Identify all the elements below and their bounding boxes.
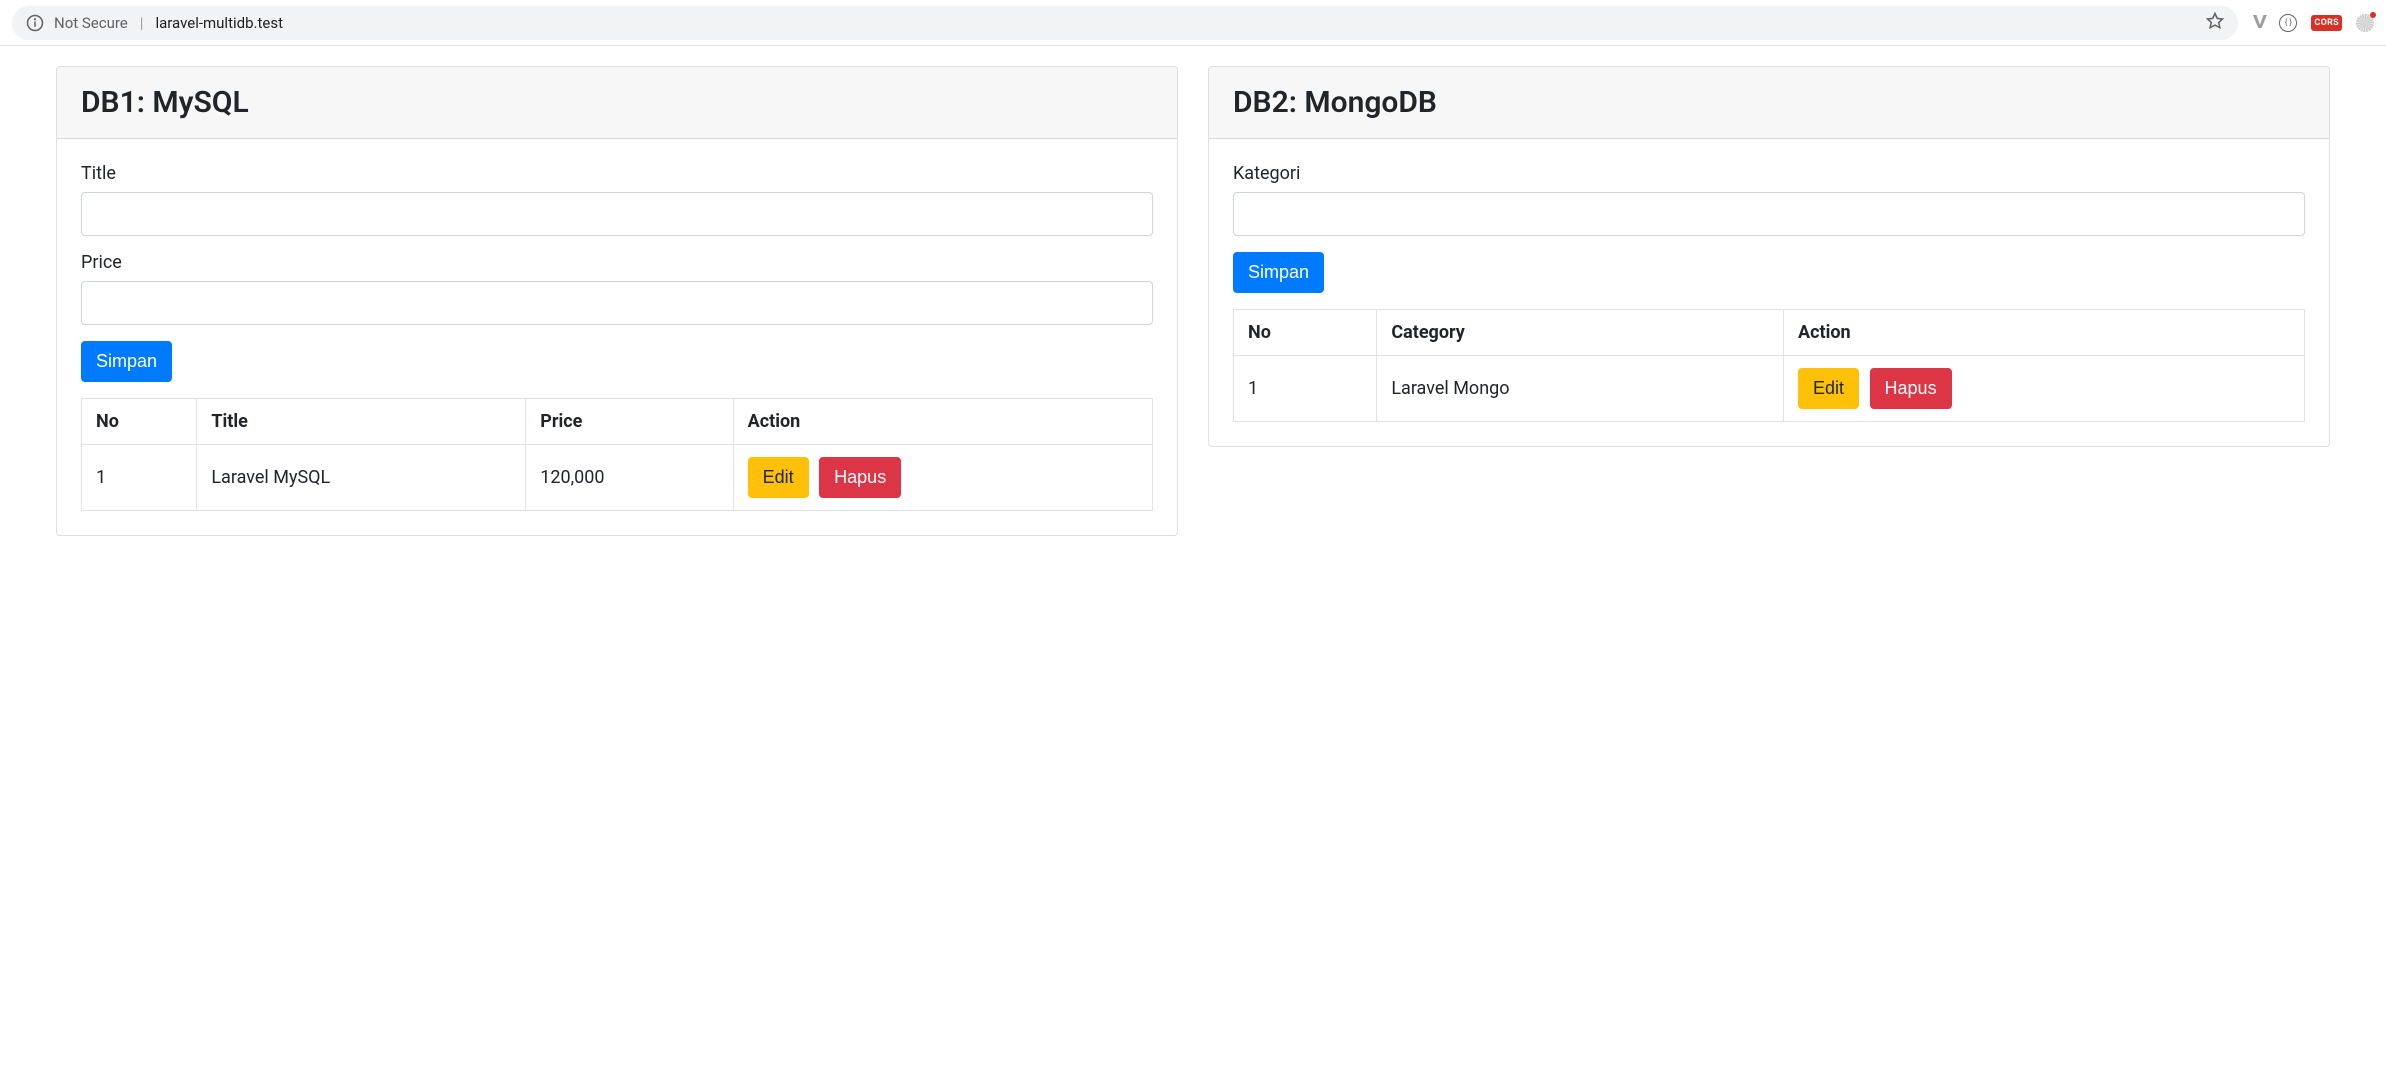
mysql-table: No Title Price Action 1 Laravel MySQL 12… (81, 398, 1153, 511)
mongodb-category-input[interactable] (1233, 192, 2305, 236)
cors-extension-icon[interactable]: CORS (2311, 15, 2342, 31)
extension-circle-icon[interactable]: { } (2279, 14, 2297, 32)
browser-address-bar: Not Secure | laravel-multidb.test V { } … (0, 0, 2386, 46)
mysql-card: DB1: MySQL Title Price Simpan N (56, 66, 1178, 536)
extension-icons: V { } CORS (2248, 12, 2374, 33)
security-status-label: Not Secure (54, 14, 128, 32)
mongodb-edit-button[interactable]: Edit (1798, 368, 1859, 409)
mongodb-cell-no: 1 (1234, 356, 1377, 422)
mysql-cell-action: Edit Hapus (733, 445, 1152, 511)
mysql-title-input[interactable] (81, 192, 1153, 236)
mysql-title-label: Title (81, 163, 1153, 184)
mysql-th-price: Price (526, 399, 733, 445)
mysql-cell-no: 1 (82, 445, 197, 511)
info-icon[interactable] (26, 14, 44, 32)
mysql-delete-button[interactable]: Hapus (819, 457, 901, 498)
mysql-th-action: Action (733, 399, 1152, 445)
mongodb-cell-action: Edit Hapus (1784, 356, 2305, 422)
mysql-th-no: No (82, 399, 197, 445)
mysql-cell-title: Laravel MySQL (197, 445, 526, 511)
globe-extension-icon[interactable] (2356, 14, 2374, 32)
mysql-price-label: Price (81, 252, 1153, 273)
mysql-price-input[interactable] (81, 281, 1153, 325)
mongodb-card: DB2: MongoDB Kategori Simpan No Category… (1208, 66, 2330, 447)
mysql-edit-button[interactable]: Edit (748, 457, 809, 498)
page-content: DB1: MySQL Title Price Simpan N (0, 46, 2386, 556)
url-text: laravel-multidb.test (155, 14, 283, 32)
mysql-cell-price: 120,000 (526, 445, 733, 511)
mongodb-table: No Category Action 1 Laravel Mongo Edit (1233, 309, 2305, 422)
mysql-card-title: DB1: MySQL (57, 67, 1177, 139)
table-row: 1 Laravel MySQL 120,000 Edit Hapus (82, 445, 1153, 511)
mongodb-th-no: No (1234, 310, 1377, 356)
mysql-save-button[interactable]: Simpan (81, 341, 172, 382)
vue-devtools-icon[interactable]: V (2252, 12, 2266, 33)
omnibox[interactable]: Not Secure | laravel-multidb.test (12, 6, 2238, 40)
mongodb-delete-button[interactable]: Hapus (1870, 368, 1952, 409)
mongodb-category-label: Kategori (1233, 163, 2305, 184)
mongodb-th-action: Action (1784, 310, 2305, 356)
bookmark-star-icon[interactable] (2206, 12, 2224, 34)
table-row: 1 Laravel Mongo Edit Hapus (1234, 356, 2305, 422)
mongodb-cell-category: Laravel Mongo (1377, 356, 1784, 422)
mysql-th-title: Title (197, 399, 526, 445)
mongodb-save-button[interactable]: Simpan (1233, 252, 1324, 293)
separator: | (138, 14, 146, 32)
mongodb-th-category: Category (1377, 310, 1784, 356)
mongodb-card-title: DB2: MongoDB (1209, 67, 2329, 139)
